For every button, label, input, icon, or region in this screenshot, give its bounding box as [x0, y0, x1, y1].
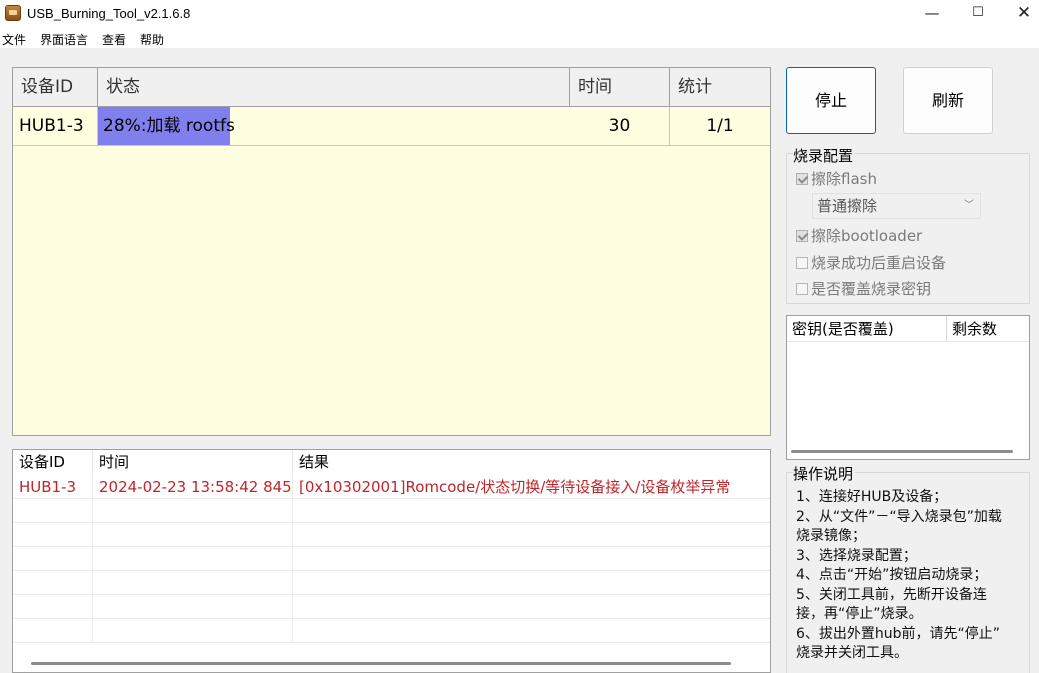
- log-row-empty: [13, 595, 770, 619]
- overwrite-key-checkbox[interactable]: 是否覆盖烧录密钥: [796, 278, 931, 299]
- help-line: 2、从“文件”－“导入烧录包”加载: [796, 508, 1002, 525]
- log-cell-empty: [13, 547, 93, 571]
- time-cell: 30: [570, 107, 670, 145]
- checkbox-icon: [796, 282, 808, 295]
- log-cell-empty: [13, 619, 93, 643]
- progress-bar: 28%:加载 rootfs: [98, 107, 569, 145]
- log-cell-empty: [93, 499, 293, 523]
- maximize-button[interactable]: ☐: [955, 0, 1001, 28]
- log-cell-empty: [93, 595, 293, 619]
- header-time[interactable]: 时间: [570, 68, 670, 107]
- log-header-device-id[interactable]: 设备ID: [13, 450, 93, 475]
- erase-bootloader-label: 擦除bootloader: [811, 227, 923, 245]
- header-remaining[interactable]: 剩余数: [947, 316, 1029, 342]
- menu-view[interactable]: 查看: [102, 31, 126, 48]
- help-line: 烧录镜像；: [796, 528, 866, 544]
- erase-bootloader-checkbox[interactable]: 擦除bootloader: [796, 225, 922, 246]
- status-text: 28%:加载 rootfs: [103, 116, 235, 136]
- help-line: 5、关闭工具前，先断开设备连: [796, 586, 987, 603]
- checkbox-checked-icon: [796, 229, 808, 242]
- app-icon: [5, 5, 21, 21]
- device-table-header: 设备ID 状态 时间 统计: [13, 68, 770, 107]
- log-header-time[interactable]: 时间: [93, 450, 293, 475]
- help-line: 3、选择烧录配置；: [796, 547, 917, 564]
- help-line: 4、点击“开始”按钮启动烧录；: [796, 567, 988, 583]
- log-time: 2024-02-23 13:58:42 845: [93, 475, 293, 499]
- erase-flash-checkbox[interactable]: 擦除flash: [796, 168, 877, 189]
- header-status[interactable]: 状态: [98, 68, 570, 107]
- menu-bar: 文件 界面语言 查看 帮助: [0, 28, 1039, 48]
- window-title: USB_Burning_Tool_v2.1.6.8: [27, 6, 191, 21]
- log-cell-empty: [93, 619, 293, 643]
- overwrite-key-label: 是否覆盖烧录密钥: [811, 280, 932, 298]
- close-button[interactable]: ✕: [1001, 0, 1039, 28]
- minimize-button[interactable]: —: [909, 0, 955, 28]
- help-group-title: 操作说明: [793, 463, 856, 484]
- log-cell-empty: [93, 571, 293, 595]
- help-line: 烧录并关闭工具。: [796, 645, 908, 661]
- horizontal-scrollbar[interactable]: [791, 450, 1013, 453]
- log-cell-empty: [13, 523, 93, 547]
- log-cell-empty: [93, 547, 293, 571]
- chevron-down-icon: ﹀: [964, 200, 974, 211]
- help-line: 1、连接好HUB及设备；: [796, 489, 948, 505]
- checkbox-icon: [796, 256, 808, 269]
- menu-language[interactable]: 界面语言: [40, 31, 88, 48]
- log-row-empty: [13, 571, 770, 595]
- header-count[interactable]: 统计: [670, 68, 770, 107]
- header-key[interactable]: 密钥(是否覆盖): [787, 316, 947, 342]
- erase-mode-value: 普通擦除: [817, 197, 878, 215]
- log-device-id: HUB1-3: [13, 475, 93, 499]
- log-row-empty: [13, 547, 770, 571]
- stop-button[interactable]: 停止: [786, 67, 876, 134]
- reboot-after-checkbox[interactable]: 烧录成功后重启设备: [796, 252, 946, 273]
- help-text: 1、连接好HUB及设备； 2、从“文件”－“导入烧录包”加载 烧录镜像； 3、选…: [796, 488, 1026, 664]
- log-row[interactable]: HUB1-3 2024-02-23 13:58:42 845 [0x103020…: [13, 475, 770, 499]
- log-row-empty: [13, 523, 770, 547]
- log-row-empty: [13, 619, 770, 643]
- log-header-result[interactable]: 结果: [293, 450, 770, 475]
- log-cell-empty: [93, 523, 293, 547]
- menu-help[interactable]: 帮助: [140, 31, 164, 48]
- reboot-after-label: 烧录成功后重启设备: [811, 254, 947, 272]
- log-cell-empty: [13, 595, 93, 619]
- log-table[interactable]: 设备ID 时间 结果 HUB1-3 2024-02-23 13:58:42 84…: [12, 449, 771, 673]
- device-id-cell: HUB1-3: [13, 107, 98, 145]
- log-row-empty: [13, 499, 770, 523]
- log-result: [0x10302001]Romcode/状态切换/等待设备接入/设备枚举异常: [299, 478, 731, 496]
- erase-mode-select[interactable]: 普通擦除 ﹀: [812, 193, 981, 219]
- horizontal-scrollbar[interactable]: [31, 662, 731, 665]
- checkbox-checked-icon: [796, 172, 808, 185]
- erase-flash-label: 擦除flash: [811, 170, 877, 188]
- log-cell-empty: [13, 571, 93, 595]
- table-row[interactable]: HUB1-3 28%:加载 rootfs 30 1/1: [13, 107, 770, 146]
- title-bar: USB_Burning_Tool_v2.1.6.8 — ☐ ✕: [0, 0, 1039, 28]
- help-line: 接，再“停止”烧录。: [796, 606, 923, 622]
- count-cell: 1/1: [706, 116, 734, 136]
- refresh-button[interactable]: 刷新: [903, 67, 993, 134]
- help-line: 6、拔出外置hub前，请先“停止”: [796, 625, 1001, 642]
- key-table[interactable]: 密钥(是否覆盖) 剩余数: [786, 315, 1030, 460]
- header-device-id[interactable]: 设备ID: [13, 68, 98, 107]
- menu-file[interactable]: 文件: [2, 31, 26, 48]
- log-cell-empty: [13, 499, 93, 523]
- config-group-title: 烧录配置: [793, 145, 856, 166]
- device-table: 设备ID 状态 时间 统计 HUB1-3 28%:加载 rootfs 30 1/…: [12, 67, 771, 436]
